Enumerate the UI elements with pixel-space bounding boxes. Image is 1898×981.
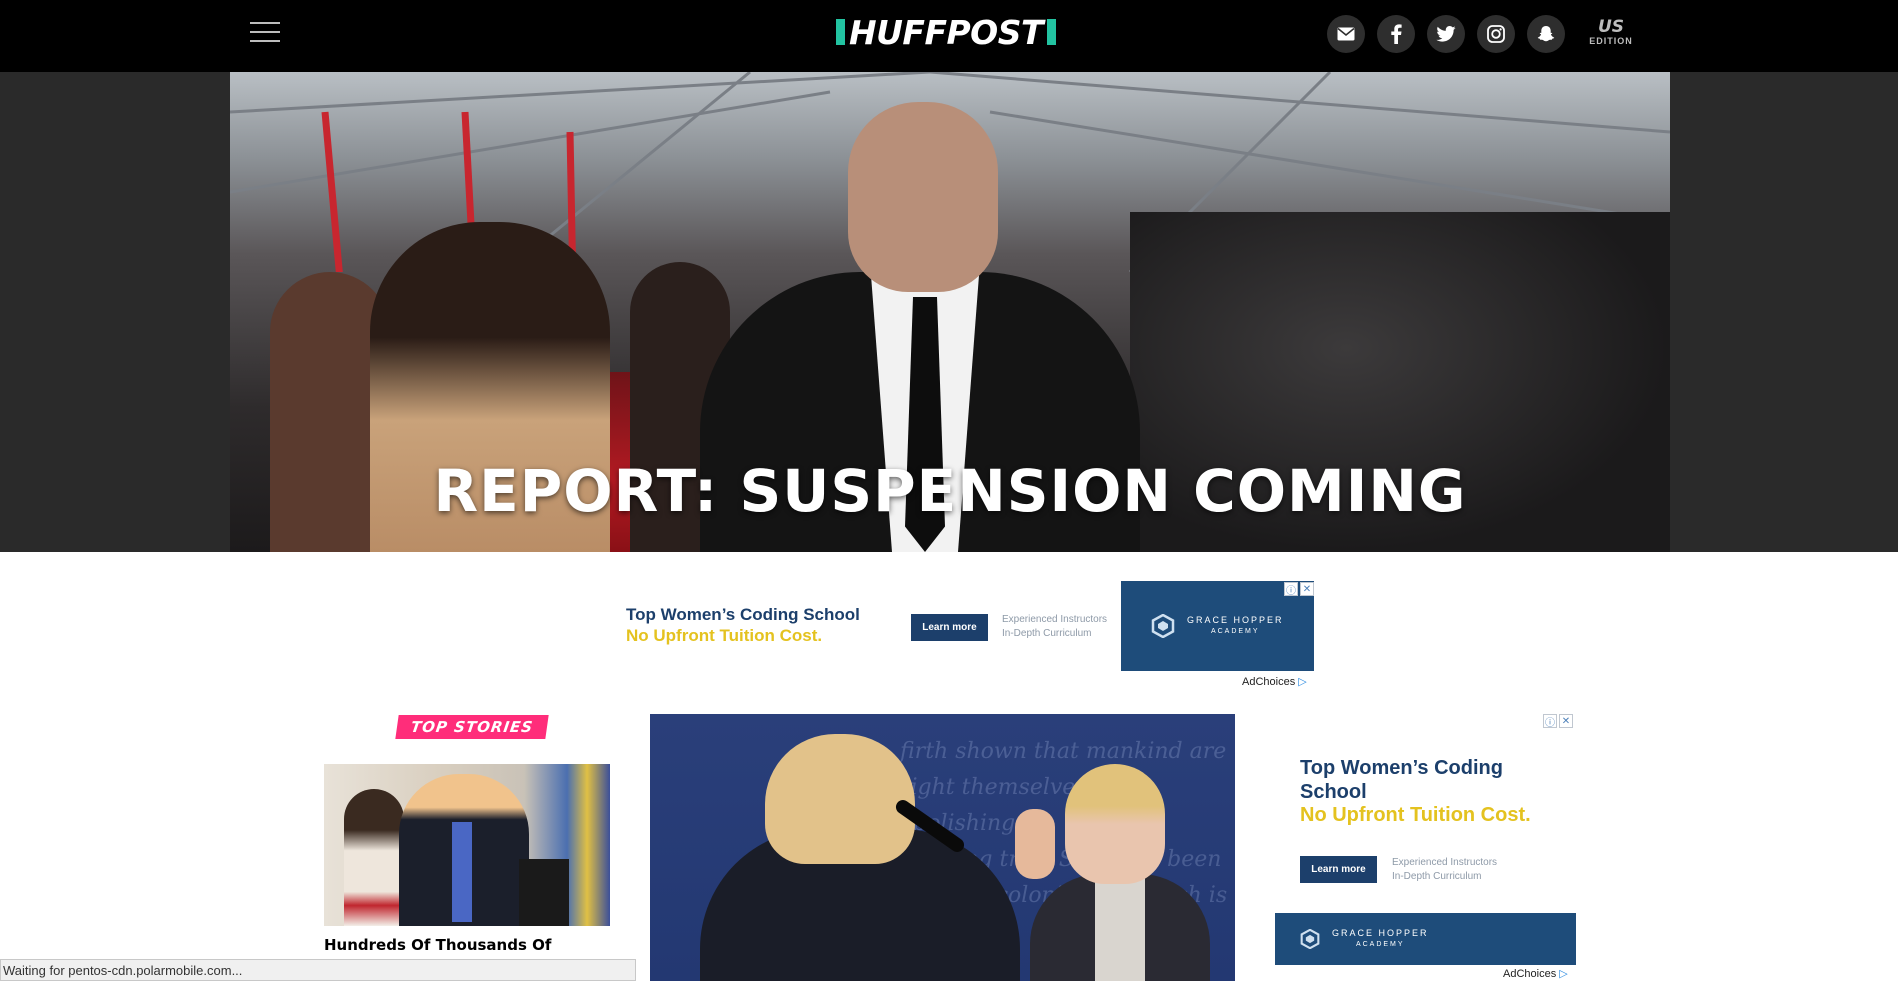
logo-bar-left	[836, 19, 845, 45]
ad-brand: GRACE HOPPER	[1187, 615, 1284, 625]
ad-feature-item: Experienced Instructors	[1002, 614, 1108, 625]
top-stories-label: TOP STORIES	[395, 715, 549, 739]
ad-learn-more-button[interactable]: Learn more	[911, 614, 988, 641]
ad-brand-sub: ACADEMY	[1210, 628, 1260, 635]
snapchat-icon[interactable]	[1527, 15, 1565, 53]
hero-headline[interactable]: REPORT: SUSPENSION COMING	[230, 457, 1670, 525]
adchoices-icon: ▷	[1559, 968, 1568, 980]
instagram-icon[interactable]	[1477, 15, 1515, 53]
grace-hopper-logo-box[interactable]: GRACE HOPPER ACADEMY	[1275, 913, 1576, 965]
adchoices-icon: ▷	[1298, 676, 1307, 688]
ad-close-icon[interactable]: ✕	[1300, 582, 1314, 596]
featured-story-image[interactable]: firth shown that mankind are right themse…	[650, 714, 1235, 981]
facebook-icon[interactable]	[1377, 15, 1415, 53]
adchoices-label: AdChoices	[1503, 968, 1557, 980]
grace-hopper-logo-icon	[1300, 929, 1320, 949]
mail-icon[interactable]	[1327, 15, 1365, 53]
ad-brand-sub: ACADEMY	[1355, 941, 1405, 948]
ad-headline: Top Women’s Coding School	[626, 605, 860, 624]
huffpost-logo[interactable]: HUFFPOST	[836, 12, 1057, 52]
hero-story[interactable]: REPORT: SUSPENSION COMING	[230, 72, 1670, 552]
ad-info-icon[interactable]: ⓘ	[1284, 582, 1298, 597]
adchoices-label: AdChoices	[1242, 676, 1296, 688]
ad-banner[interactable]: Top Women’s Coding School No Upfront Tui…	[626, 581, 1314, 688]
logo-text: HUFFPOST	[849, 12, 1044, 52]
ad-subheadline: No Upfront Tuition Cost.	[626, 626, 823, 645]
story-thumbnail[interactable]	[324, 764, 610, 926]
ad-feature-item: Experienced Instructors	[1392, 857, 1498, 868]
side-ad-subheadline: No Upfront Tuition Cost.	[1300, 804, 1531, 826]
logo-bar-right	[1047, 19, 1057, 45]
edition-selector[interactable]: US EDITION	[1586, 18, 1636, 46]
ad-feature-item: In-Depth Curriculum	[1002, 628, 1092, 639]
side-ad-features: Experienced Instructors In-Depth Curricu…	[1392, 856, 1497, 884]
adchoices-link[interactable]: AdChoices ▷	[1503, 967, 1568, 980]
ad-feature-item: In-Depth Curriculum	[1392, 871, 1482, 882]
site-header: HUFFPOST US EDITION	[0, 0, 1898, 72]
edition-country: US	[1597, 17, 1625, 37]
side-ad-learn-more-button[interactable]: Learn more	[1300, 856, 1377, 883]
ad-info-icon[interactable]: ⓘ	[1543, 714, 1557, 729]
grace-hopper-logo-icon	[1151, 614, 1175, 638]
ad-brand: GRACE HOPPER	[1332, 928, 1429, 938]
menu-icon[interactable]	[250, 22, 280, 44]
ad-features: Experienced Instructors In-Depth Curricu…	[1002, 613, 1107, 641]
browser-status-bar: Waiting for pentos-cdn.polarmobile.com..…	[0, 959, 636, 981]
ad-close-icon[interactable]: ✕	[1559, 714, 1573, 728]
side-ad-controls: ⓘ ✕	[1543, 714, 1573, 729]
side-ad-headline: Top Women’s Coding School	[1300, 757, 1503, 803]
adchoices-link[interactable]: AdChoices ▷	[1242, 675, 1307, 688]
twitter-icon[interactable]	[1427, 15, 1465, 53]
ad-controls: ⓘ ✕	[1284, 582, 1314, 597]
edition-label: EDITION	[1589, 36, 1633, 46]
side-ad[interactable]: ⓘ ✕ Top Women’s Coding School No Upfront …	[1275, 714, 1576, 981]
